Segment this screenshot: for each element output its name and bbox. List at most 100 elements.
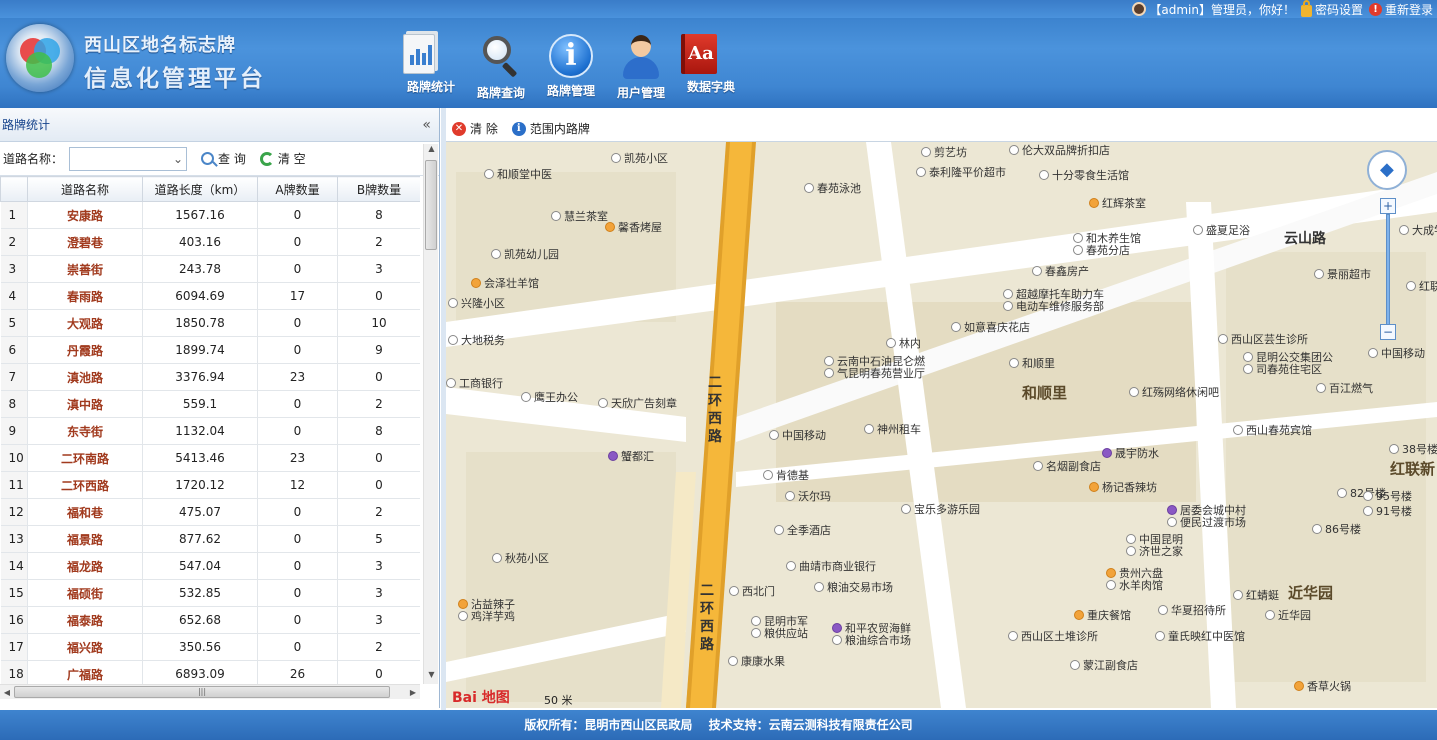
map-poi[interactable]: 大地税务 <box>448 332 505 348</box>
map-poi[interactable]: 秋苑小区 <box>492 550 549 566</box>
table-row[interactable]: 4 春雨路 6094.69 17 0 <box>0 282 420 310</box>
map-poi[interactable]: 康康水果 <box>728 653 785 669</box>
map-poi[interactable]: 十分零食生活馆 <box>1039 167 1129 183</box>
map-poi[interactable]: 38号楼 <box>1389 441 1437 457</box>
map-poi[interactable]: 86号楼 <box>1312 521 1361 537</box>
column-header-road-name[interactable]: 道路名称 <box>27 176 143 202</box>
map-poi[interactable]: 天欣广告刻章 <box>598 395 677 411</box>
map-poi[interactable]: 红殇网络休闲吧 <box>1129 384 1219 400</box>
map-poi[interactable]: 曲靖市商业银行 <box>786 558 876 574</box>
map-poi[interactable]: 蟹都汇 <box>608 448 654 464</box>
map-poi[interactable]: 鹰王办公 <box>521 389 578 405</box>
map-poi[interactable]: 气昆明春苑营业厅 <box>824 365 925 381</box>
map-poi[interactable]: 95号楼 <box>1363 488 1412 504</box>
scroll-thumb[interactable] <box>425 160 437 250</box>
table-row[interactable]: 13 福景路 877.62 0 5 <box>0 525 420 553</box>
scroll-right-icon[interactable]: ▶ <box>406 685 420 700</box>
nav-user-manage[interactable]: 用户管理 <box>606 34 676 101</box>
zoom-out-button[interactable]: − <box>1380 324 1396 340</box>
map-poi[interactable]: 近华园 <box>1265 607 1311 623</box>
nav-data-dictionary[interactable]: Aa 数据字典 <box>676 34 746 101</box>
column-header-road-length[interactable]: 道路长度（km） <box>142 176 258 202</box>
column-header-a-count[interactable]: A牌数量 <box>257 176 338 202</box>
map-poi[interactable]: 凯苑幼儿园 <box>491 246 559 262</box>
map-poi[interactable]: 红蜻蜓 <box>1233 587 1279 603</box>
table-row[interactable]: 16 福泰路 652.68 0 3 <box>0 606 420 634</box>
range-signs-button[interactable]: i 范围内路牌 <box>511 120 590 137</box>
map-poi[interactable]: 济世之家 <box>1126 543 1183 559</box>
grid-vertical-scrollbar[interactable]: ▲ ▼ <box>423 144 438 684</box>
map-poi[interactable]: 名烟副食店 <box>1033 458 1101 474</box>
scroll-up-icon[interactable]: ▲ <box>424 144 439 158</box>
relogin-link[interactable]: ! 重新登录 <box>1368 1 1433 18</box>
map-poi[interactable]: 景丽超市 <box>1314 266 1371 282</box>
map-poi[interactable]: 粮油综合市场 <box>832 632 911 648</box>
map-poi[interactable]: 春苑分店 <box>1073 242 1130 258</box>
map-poi[interactable]: 会泽壮羊馆 <box>471 275 539 291</box>
map-poi[interactable]: 春鑫房产 <box>1032 263 1089 279</box>
map-poi[interactable]: 如意喜庆花店 <box>951 319 1030 335</box>
map-poi[interactable]: 大成学校 <box>1399 222 1437 238</box>
pan-control-icon[interactable] <box>1367 150 1407 190</box>
map-poi[interactable]: 杨记香辣坊 <box>1089 479 1157 495</box>
scroll-down-icon[interactable]: ▼ <box>424 670 439 684</box>
map-poi[interactable]: 剪艺坊 <box>921 144 967 160</box>
map-poi[interactable]: 春苑泳池 <box>804 180 861 196</box>
road-name-select[interactable]: ⌄ <box>69 146 188 171</box>
map-poi[interactable]: 盛夏足浴 <box>1193 222 1250 238</box>
map-poi[interactable]: 沃尔玛 <box>785 488 831 504</box>
map-poi[interactable]: 凯苑小区 <box>611 150 668 166</box>
map-poi[interactable]: 红联 <box>1406 278 1437 294</box>
zoom-slider[interactable]: + − <box>1380 198 1396 340</box>
map-poi[interactable]: 粮油交易市场 <box>814 579 893 595</box>
zoom-in-button[interactable]: + <box>1380 198 1396 214</box>
password-settings-link[interactable]: 密码设置 <box>1300 0 1363 18</box>
map-poi[interactable]: 肯德基 <box>763 467 809 483</box>
table-row[interactable]: 9 东寺街 1132.04 0 8 <box>0 417 420 445</box>
clear-button[interactable]: 清 空 <box>259 150 306 167</box>
map-poi[interactable]: 工商银行 <box>446 375 503 391</box>
query-button[interactable]: 查 询 <box>201 150 246 167</box>
map-poi[interactable]: 蒙江副食店 <box>1070 657 1138 673</box>
map-poi[interactable]: 慧兰茶室 <box>551 208 608 224</box>
map-clear-button[interactable]: ✕ 清 除 <box>452 120 498 137</box>
map-poi[interactable]: 泰利隆平价超市 <box>916 164 1006 180</box>
table-row[interactable]: 11 二环西路 1720.12 12 0 <box>0 471 420 499</box>
table-row[interactable]: 10 二环南路 5413.46 23 0 <box>0 444 420 472</box>
map-poi[interactable]: 兴隆小区 <box>448 295 505 311</box>
collapse-panel-icon[interactable]: « <box>422 108 431 142</box>
column-header-b-count[interactable]: B牌数量 <box>337 176 420 202</box>
nav-sign-query[interactable]: 路牌查询 <box>466 34 536 101</box>
table-row[interactable]: 3 崇善街 243.78 0 3 <box>0 255 420 283</box>
map-poi[interactable]: 全季酒店 <box>774 522 831 538</box>
hscroll-thumb[interactable]: ||| <box>14 686 390 698</box>
chevron-down-icon[interactable]: ⌄ <box>173 152 183 166</box>
map-poi[interactable]: 馨香烤屋 <box>605 219 662 235</box>
map-poi[interactable]: 中国移动 <box>769 427 826 443</box>
map-view[interactable]: 云山路 二环西路 二环西路 和顺里 近华园 红联新 凯苑小区 和顺堂中医 剪艺坊 伦大… <box>446 142 1437 708</box>
map-poi[interactable]: 和顺堂中医 <box>484 166 552 182</box>
map-poi[interactable]: 西山区芸生诊所 <box>1218 331 1308 347</box>
map-poi[interactable]: 粮供应站 <box>751 625 808 641</box>
map-poi[interactable]: 鸡洋芋鸡 <box>458 608 515 624</box>
map-poi[interactable]: 重庆餐馆 <box>1074 607 1131 623</box>
grid-horizontal-scrollbar[interactable]: ◀ ||| ▶ <box>0 684 420 699</box>
map-poi[interactable]: 童氏映红中医馆 <box>1155 628 1245 644</box>
map-poi[interactable]: 91号楼 <box>1363 503 1412 519</box>
map-poi[interactable]: 西北门 <box>729 583 775 599</box>
map-poi[interactable]: 神州租车 <box>864 421 921 437</box>
nav-sign-stats[interactable]: 路牌统计 <box>396 34 466 101</box>
zoom-rail[interactable] <box>1386 214 1390 326</box>
map-poi[interactable]: 香草火锅 <box>1294 678 1351 694</box>
map-poi[interactable]: 华夏招待所 <box>1158 602 1226 618</box>
table-row[interactable]: 8 滇中路 559.1 0 2 <box>0 390 420 418</box>
table-row[interactable]: 18 广福路 6893.09 26 0 <box>0 660 420 686</box>
map-poi[interactable]: 司春苑住宅区 <box>1243 361 1322 377</box>
map-poi[interactable]: 林内 <box>886 335 921 351</box>
map-poi[interactable]: 宝乐多游乐园 <box>901 501 980 517</box>
map-poi[interactable]: 百江燃气 <box>1316 380 1373 396</box>
map-poi[interactable]: 西山区土堆诊所 <box>1008 628 1098 644</box>
table-row[interactable]: 5 大观路 1850.78 0 10 <box>0 309 420 337</box>
map-poi[interactable]: 中国移动 <box>1368 345 1425 361</box>
scroll-left-icon[interactable]: ◀ <box>0 685 14 700</box>
